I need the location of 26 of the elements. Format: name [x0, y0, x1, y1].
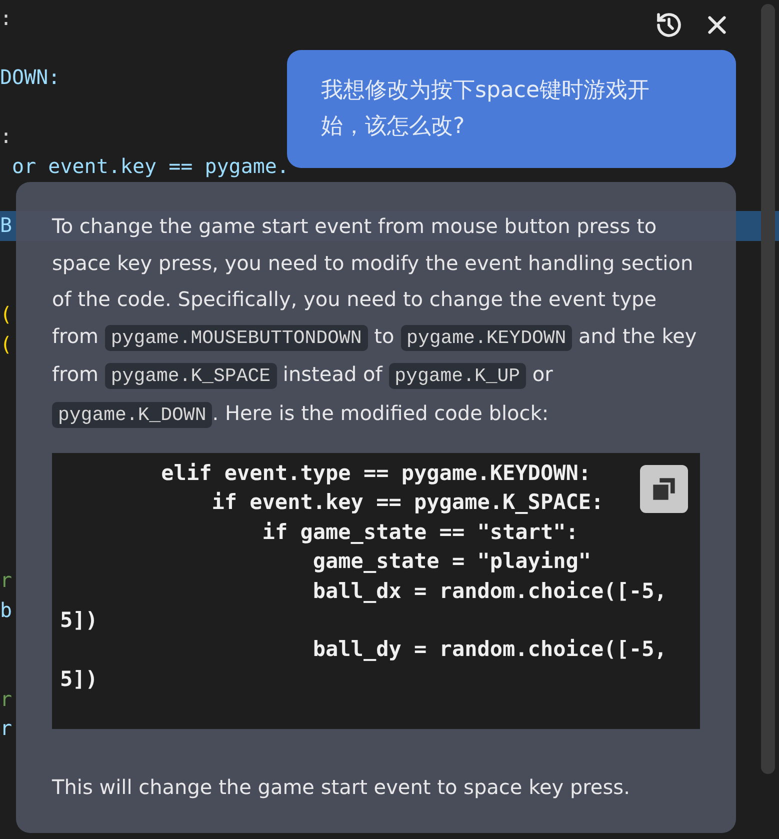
code-text: r — [0, 686, 12, 711]
answer-paragraph: To change the game start event from mouse button press to space key press, you need to modify the event handling section of the code. Specifically, you need to change the event type from pygame.MOUSEBUTTONDOWN to pygame.KEYDOWN and the key from pygame.K_SPACE instead of pygame.K_UP or pygame.K_DOWN . Here is the modified code block: — [52, 213, 698, 430]
code-text: ( — [0, 302, 12, 326]
scrollbar[interactable] — [761, 4, 775, 774]
answer-closing-text: This will change the game start event to space key press. — [52, 774, 631, 801]
code-text: r — [0, 716, 12, 740]
code-line: if game_state == "start": — [261, 518, 578, 546]
history-icon — [655, 11, 683, 39]
user-message: 我想修改为按下space键时游戏开始，该怎么改? — [287, 50, 736, 168]
code-line: elif event.type == pygame.KEYDOWN: — [160, 460, 592, 487]
copy-icon — [651, 476, 677, 502]
history-button[interactable] — [654, 10, 684, 40]
code-text: ( — [0, 332, 12, 356]
code-text: b — [0, 598, 12, 622]
code-text: B — [0, 213, 12, 238]
code-line: ball_dx = random.choice([-5, 5]) — [60, 578, 668, 634]
copy-button[interactable] — [640, 465, 688, 513]
code-line: game_state = "playing" — [312, 548, 592, 576]
close-icon — [706, 14, 728, 36]
code-line: ball_dy = random.choice([-5, 5]) — [60, 636, 668, 693]
code-text: r — [0, 568, 12, 592]
code-line: if event.key == pygame.K_SPACE: — [210, 489, 604, 516]
code-text: : — [0, 6, 12, 30]
code-text: : — [0, 124, 12, 148]
code-text: DOWN: — [0, 65, 60, 90]
code-text: or event.key == pygame. — [11, 154, 289, 178]
